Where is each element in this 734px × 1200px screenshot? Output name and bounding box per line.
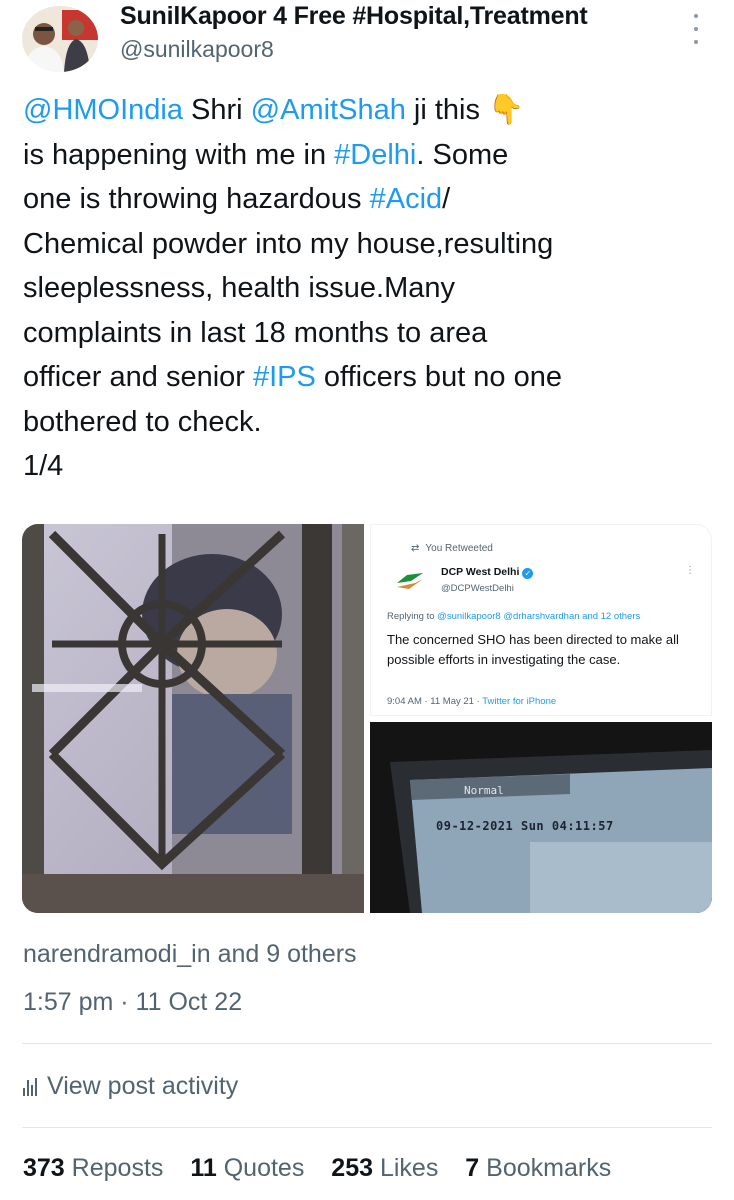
card-more-icon: ⋮ <box>685 565 695 576</box>
retweet-icon: ⇄ <box>411 543 420 554</box>
quoted-reply-card[interactable]: ⇄ You Retweeted DCP West Delhi ✓ @DCPWestD… <box>370 524 712 716</box>
author-handle[interactable]: @sunilkapoor8 <box>120 36 274 63</box>
tweet-text-run: Shri <box>182 94 251 126</box>
likes-stat[interactable]: 253 Likes <box>331 1154 438 1182</box>
monitor-mode-label: Normal <box>464 784 504 797</box>
view-post-activity-label: View post activity <box>47 1072 239 1100</box>
delhi-police-logo-icon <box>397 573 423 589</box>
engagement-stats: 373 Reposts 11 Quotes 253 Likes 7 Bookma… <box>23 1154 631 1183</box>
author-display-name[interactable]: SunilKapoor 4 Free #Hospital,Treatment <box>120 2 588 31</box>
photo-cctv-monitor[interactable]: Normal 09-12-2021 Sun 04:11:57 <box>370 722 712 913</box>
monitor-image <box>370 722 712 913</box>
divider <box>22 1127 712 1128</box>
window-grille-image <box>22 524 364 913</box>
quoted-reply-meta: 9:04 AM · 11 May 21 · Twitter for iPhone <box>387 696 557 707</box>
view-post-activity-button[interactable]: View post activity <box>23 1072 238 1101</box>
analytics-icon <box>23 1077 37 1096</box>
retweet-line: ⇄ You Retweeted <box>411 543 493 554</box>
mention-link[interactable]: @AmitShah <box>251 94 406 126</box>
divider <box>22 1043 712 1044</box>
mention-link[interactable]: @HMOIndia <box>23 94 183 126</box>
quoted-author-name[interactable]: DCP West Delhi ✓ <box>441 566 534 579</box>
quotes-stat[interactable]: 11 Quotes <box>190 1154 304 1182</box>
media-grid: ⇄ You Retweeted DCP West Delhi ✓ @DCPWestD… <box>22 524 712 914</box>
replying-to: Replying to @sunilkapoor8 @drharshvardha… <box>387 611 641 622</box>
post-timestamp[interactable]: 1:57 pm · 11 Oct 22 <box>23 988 242 1017</box>
verified-badge-icon: ✓ <box>522 568 534 579</box>
quoted-author-handle[interactable]: @DCPWestDelhi <box>441 583 514 594</box>
reposts-stat[interactable]: 373 Reposts <box>23 1154 163 1182</box>
avatar[interactable] <box>22 6 98 72</box>
monitor-timestamp: 09-12-2021 Sun 04:11:57 <box>436 819 614 833</box>
hashtag-link[interactable]: #Delhi <box>334 139 416 171</box>
bookmarks-stat[interactable]: 7 Bookmarks <box>465 1154 611 1182</box>
hashtag-link[interactable]: #IPS <box>253 361 316 393</box>
avatar-image <box>22 6 98 72</box>
hashtag-link[interactable]: #Acid <box>370 183 443 215</box>
quoted-reply-text: The concerned SHO has been directed to m… <box>387 632 679 667</box>
tweet-text: @HMOIndia Shri @AmitShah ji this 👇 is ha… <box>23 88 713 489</box>
liked-by[interactable]: narendramodi_in and 9 others <box>23 940 357 969</box>
retweet-label: You Retweeted <box>425 543 493 554</box>
photo-window-grille[interactable] <box>22 524 364 913</box>
more-options-icon[interactable] <box>686 14 706 44</box>
